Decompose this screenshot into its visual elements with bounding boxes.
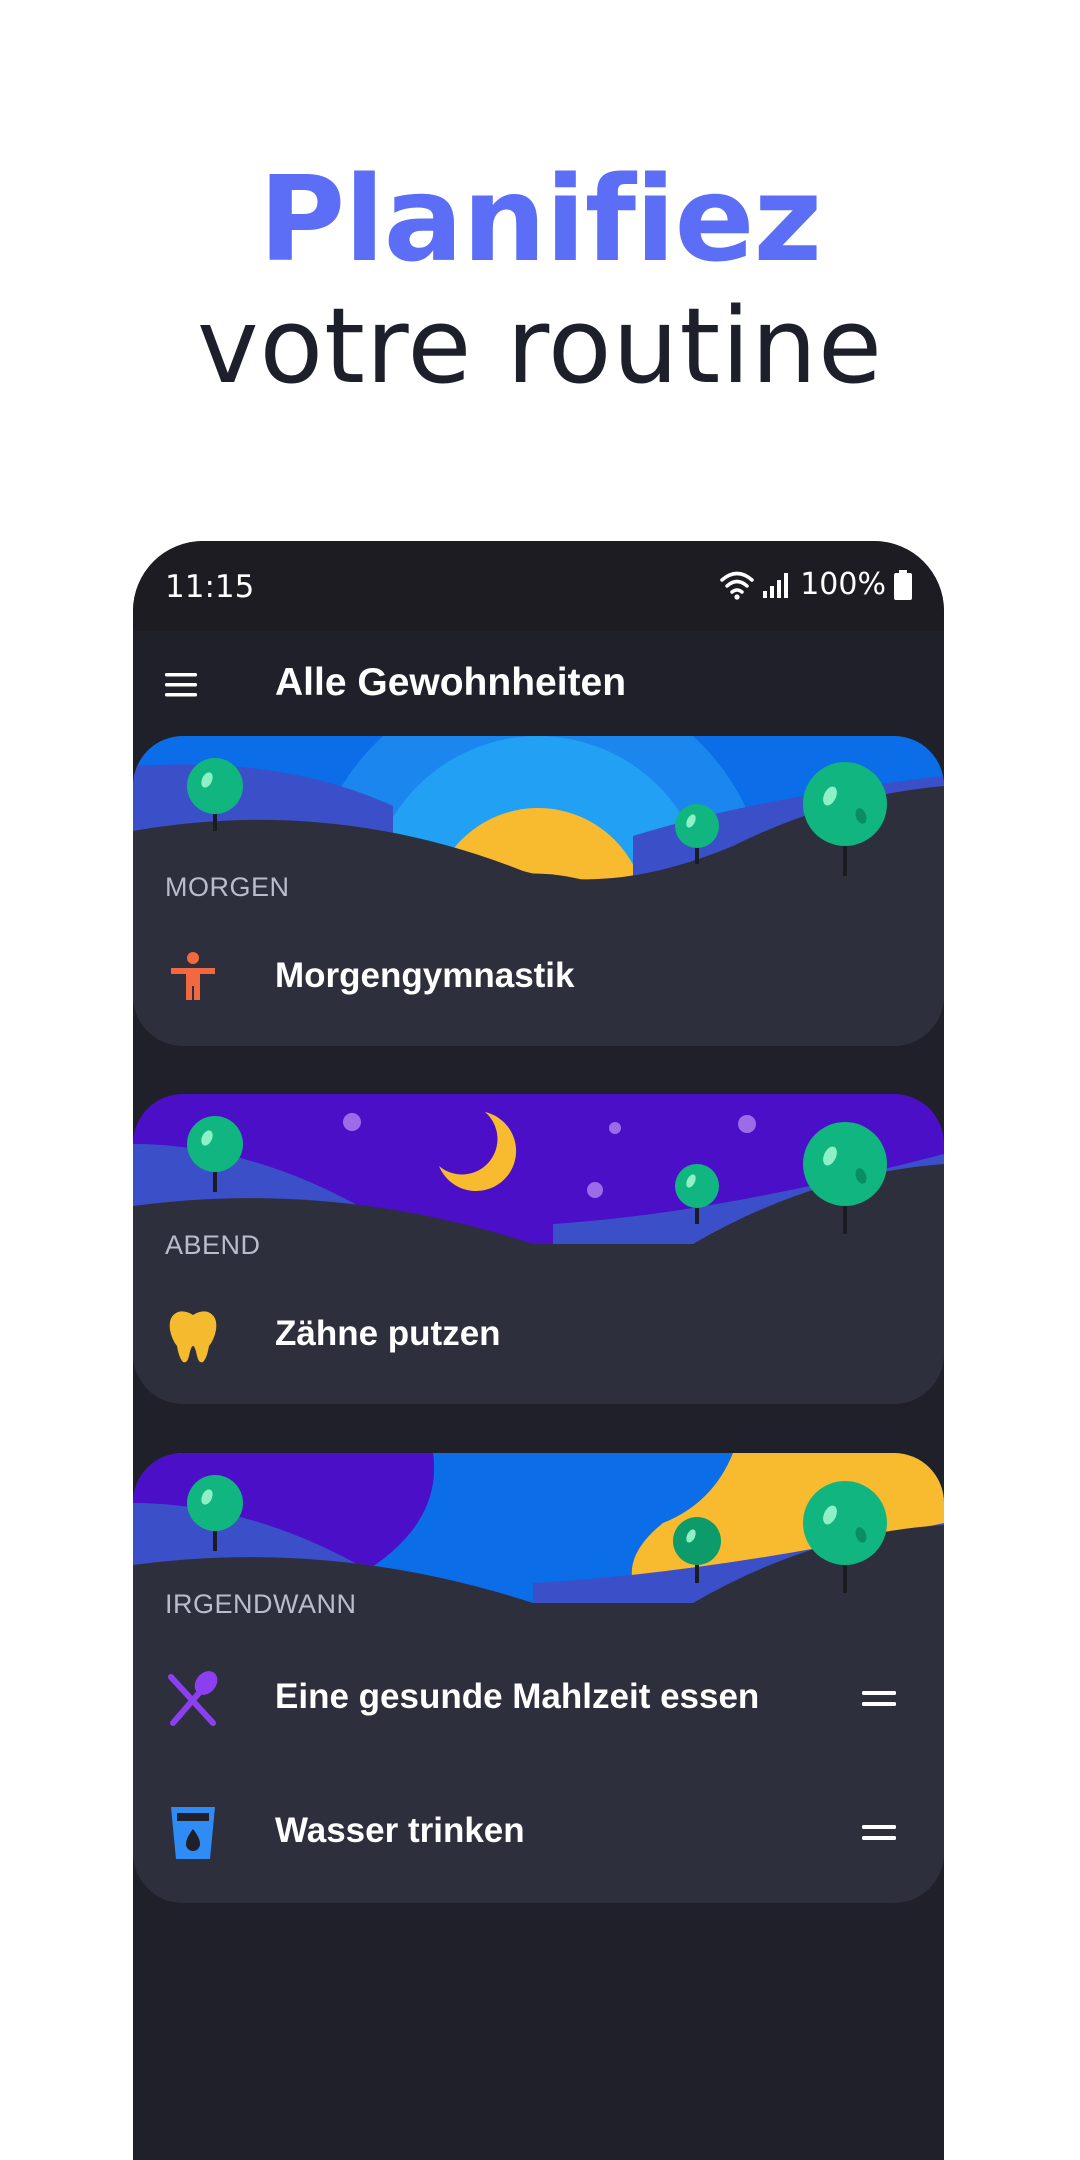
sunrise-illustration bbox=[133, 736, 944, 886]
person-exercise-icon bbox=[171, 952, 215, 1000]
night-illustration bbox=[133, 1094, 944, 1244]
section-label-abend: ABEND bbox=[165, 1230, 261, 1260]
habit-label: Morgengymnastik bbox=[275, 956, 575, 995]
promo-subheadline: votre routine bbox=[196, 285, 884, 407]
habit-row[interactable]: Wasser trinken bbox=[133, 1773, 944, 1893]
section-card-morgen: MORGEN Morgengymnastik bbox=[133, 736, 944, 1046]
app-bar: Alle Gewohnheiten bbox=[133, 631, 944, 736]
water-glass-icon bbox=[171, 1807, 215, 1859]
status-time: 11:15 bbox=[165, 569, 255, 605]
wifi-icon bbox=[720, 571, 754, 600]
signal-icon bbox=[763, 572, 789, 598]
section-label-irgendwann: IRGENDWANN bbox=[165, 1589, 357, 1619]
habit-label: Eine gesunde Mahlzeit essen bbox=[275, 1677, 760, 1716]
habit-row[interactable]: Eine gesunde Mahlzeit essen bbox=[133, 1639, 944, 1759]
habit-label: Wasser trinken bbox=[275, 1811, 525, 1850]
drag-handle-icon[interactable] bbox=[862, 1821, 896, 1845]
habit-row[interactable]: Morgengymnastik bbox=[133, 918, 944, 1038]
status-bar: 11:15 100% bbox=[133, 541, 944, 631]
promo-headline: Planifiez bbox=[258, 150, 823, 288]
page-title: Alle Gewohnheiten bbox=[275, 661, 627, 704]
status-indicators: 100% bbox=[720, 567, 912, 602]
battery-percent: 100% bbox=[800, 567, 886, 602]
section-card-abend: ABEND Zähne putzen bbox=[133, 1094, 944, 1404]
habit-label: Zähne putzen bbox=[275, 1314, 501, 1353]
section-card-irgendwann: IRGENDWANN Eine gesunde Mahlzeit essen W… bbox=[133, 1453, 944, 1903]
habit-row[interactable]: Zähne putzen bbox=[133, 1276, 944, 1396]
hamburger-menu-icon[interactable] bbox=[161, 665, 201, 705]
fork-spoon-icon bbox=[168, 1671, 218, 1726]
anytime-illustration bbox=[133, 1453, 944, 1603]
section-label-morgen: MORGEN bbox=[165, 872, 290, 902]
tooth-icon bbox=[169, 1311, 217, 1363]
drag-handle-icon[interactable] bbox=[862, 1687, 896, 1711]
phone-frame: 11:15 100% Alle Gewohnheiten MORGEN Morg… bbox=[133, 541, 944, 2160]
battery-icon bbox=[894, 569, 912, 600]
